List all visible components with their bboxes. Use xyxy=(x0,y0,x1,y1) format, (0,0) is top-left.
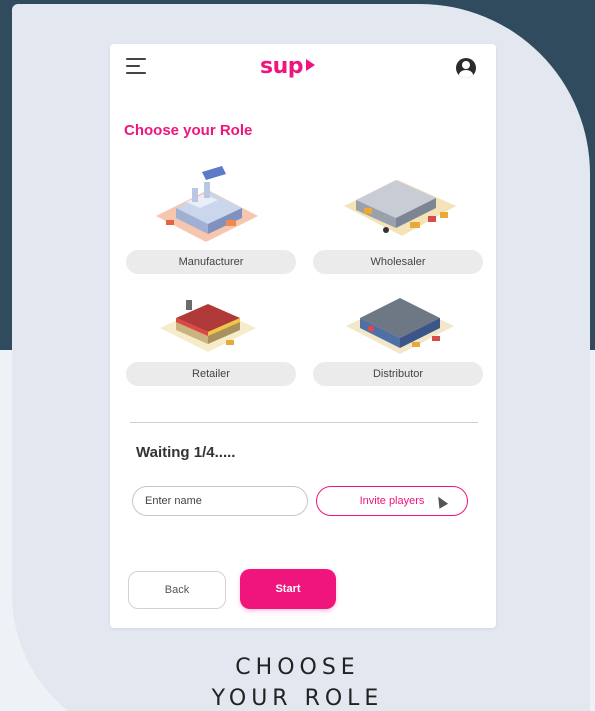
factory-illustration[interactable] xyxy=(146,164,266,244)
role-button-retailer[interactable]: Retailer xyxy=(126,362,296,386)
name-input[interactable] xyxy=(132,486,308,516)
role-button-wholesaler[interactable]: Wholesaler xyxy=(313,250,483,274)
distribution-center-illustration[interactable] xyxy=(340,282,460,362)
caption: CHOOSE YOUR ROLE xyxy=(0,652,595,711)
start-button[interactable]: Start xyxy=(240,569,336,609)
caption-line-2: YOUR ROLE xyxy=(211,686,384,711)
waiting-status: Waiting 1/4..... xyxy=(136,444,236,461)
play-icon xyxy=(306,59,316,71)
section-divider xyxy=(130,422,478,423)
hamburger-menu-icon[interactable] xyxy=(126,58,146,74)
back-button[interactable]: Back xyxy=(128,571,226,609)
phone-screen: sup Choose your Role Manufacturer Wholes… xyxy=(110,44,496,628)
app-logo: sup xyxy=(260,54,316,79)
user-profile-icon[interactable] xyxy=(456,58,476,78)
page-title: Choose your Role xyxy=(124,122,253,139)
caption-line-1: CHOOSE xyxy=(235,655,360,680)
logo-text: sup xyxy=(260,54,304,79)
role-button-manufacturer[interactable]: Manufacturer xyxy=(126,250,296,274)
warehouse-illustration[interactable] xyxy=(340,166,460,246)
store-illustration[interactable] xyxy=(146,282,266,362)
role-button-distributor[interactable]: Distributor xyxy=(313,362,483,386)
